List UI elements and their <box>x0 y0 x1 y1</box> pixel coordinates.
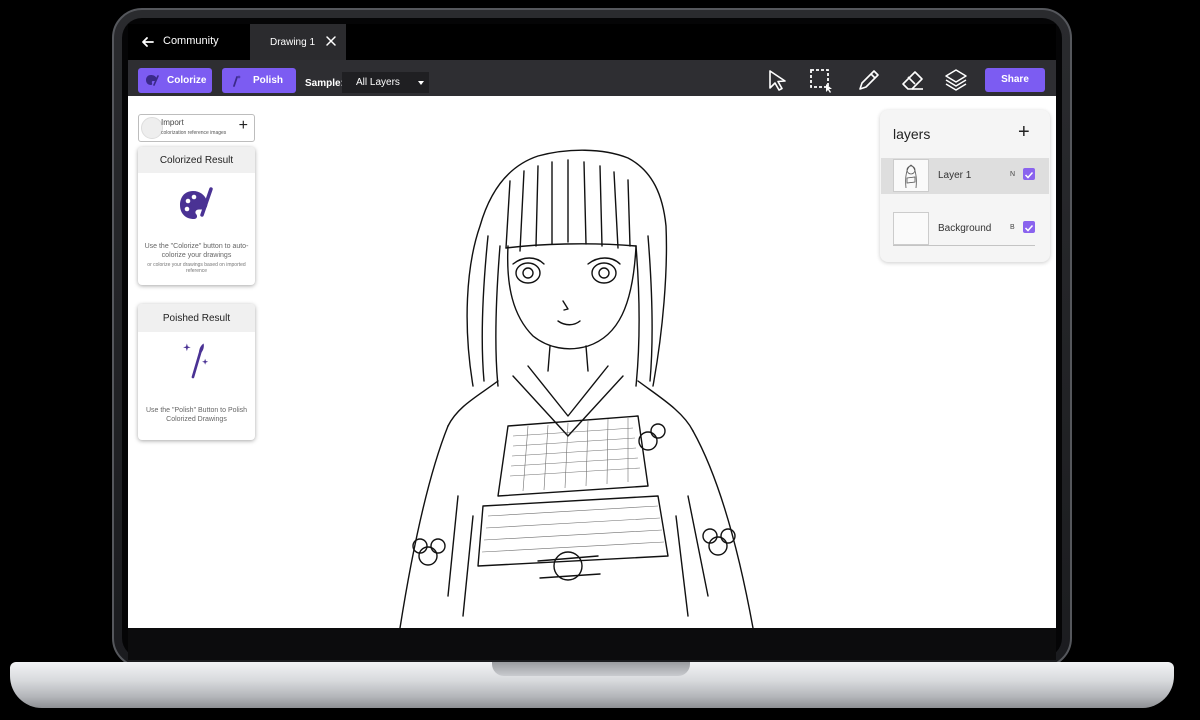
polish-button[interactable]: Polish <box>222 68 296 93</box>
magic-brush-icon <box>183 343 209 379</box>
back-to-community-link[interactable]: Community <box>163 35 219 47</box>
colorize-button[interactable]: Colorize <box>138 68 212 93</box>
tab-label: Drawing 1 <box>270 37 316 48</box>
layer-row-layer-1[interactable]: Layer 1 N <box>881 158 1049 194</box>
close-icon[interactable] <box>322 32 340 50</box>
plus-icon: + <box>238 117 248 134</box>
selection-marquee-icon[interactable] <box>808 67 834 93</box>
pencil-icon[interactable] <box>856 67 882 93</box>
import-subtitle: colorization reference images <box>161 130 227 136</box>
select-arrow-icon[interactable] <box>765 67 791 93</box>
colorized-result-card: Colorized Result Use the "Colorize" butt… <box>138 147 255 285</box>
layers-title: layers <box>893 126 931 142</box>
polished-result-card: Poished Result Use the "Polish" Button t… <box>138 304 255 440</box>
image-icon <box>141 117 163 139</box>
colorized-result-small-text: or colorize your drawings based on impor… <box>147 262 246 274</box>
polished-result-title: Poished Result <box>138 304 255 332</box>
layer-visibility-checkbox[interactable] <box>1023 168 1035 180</box>
magic-brush-icon <box>233 75 241 87</box>
colorized-result-description: Use the "Colorize" button to auto-colori… <box>144 243 249 259</box>
layer-blend-mode: N <box>1010 171 1016 178</box>
app-screen: Community Drawing 1 Colorize Polish Samp… <box>128 24 1056 628</box>
layers-panel: layers + Layer 1 N Background B <box>880 110 1050 262</box>
eraser-icon[interactable] <box>900 67 926 93</box>
palette-brush-icon <box>180 187 213 219</box>
share-button[interactable]: Share <box>985 68 1045 92</box>
arrow-left-icon[interactable] <box>138 32 158 52</box>
layer-blend-mode: B <box>1010 224 1015 231</box>
colorized-result-title: Colorized Result <box>138 147 255 173</box>
screen-chin <box>128 628 1056 660</box>
laptop-notch <box>492 662 690 676</box>
layer-thumbnail <box>893 212 929 245</box>
chevron-down-icon <box>418 81 424 85</box>
sample-select[interactable]: All Layers <box>342 72 429 93</box>
layers-icon[interactable] <box>943 67 969 93</box>
divider <box>893 245 1035 246</box>
tab-bar: Community Drawing 1 <box>128 24 1056 60</box>
palette-brush-icon <box>146 75 159 86</box>
plus-icon[interactable]: + <box>1018 120 1030 144</box>
tab-drawing-1[interactable]: Drawing 1 <box>250 24 346 60</box>
polish-label: Polish <box>253 75 284 86</box>
toolbar: Colorize Polish Sample: All Layers Share <box>128 60 1056 96</box>
import-button[interactable]: Import colorization reference images + <box>138 114 255 142</box>
sample-label: Sample: <box>305 78 344 89</box>
layer-row-background[interactable]: Background B <box>881 211 1049 247</box>
device-frame: Community Drawing 1 Colorize Polish Samp… <box>0 0 1200 720</box>
layer-visibility-checkbox[interactable] <box>1023 221 1035 233</box>
layer-name: Background <box>938 223 992 234</box>
layer-name: Layer 1 <box>938 170 972 181</box>
import-title: Import <box>161 118 184 127</box>
colorize-label: Colorize <box>167 75 207 86</box>
layer-thumbnail <box>893 159 929 192</box>
sample-select-value: All Layers <box>356 77 400 88</box>
polished-result-description: Use the "Polish" Button to Polish Colori… <box>145 407 248 423</box>
